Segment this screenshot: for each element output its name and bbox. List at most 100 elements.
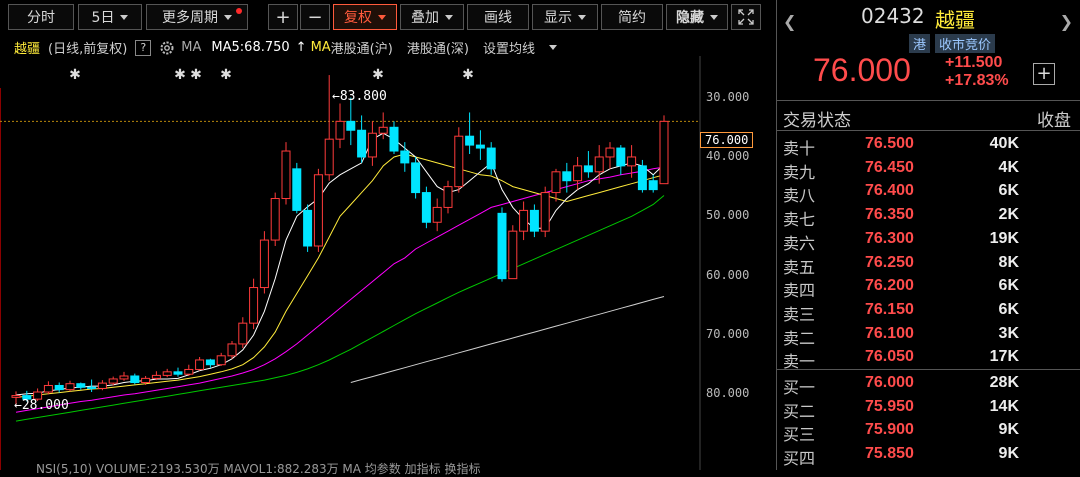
display-dropdown[interactable]: 显示 [532,4,598,30]
bid-level-label: 买二 [783,401,816,421]
plus-icon: + [275,6,291,28]
draw-line-label: 画线 [484,10,512,26]
intraday-button[interactable]: 分时 [8,4,74,30]
session-tag: 收市竞价 [935,34,996,53]
ask-row[interactable]: 卖二 76.100 3K [777,323,1080,348]
zoom-in-button[interactable]: + [268,4,298,30]
bid-row[interactable]: 买二 75.950 14K [777,396,1080,421]
candle-down [357,129,367,158]
fullscreen-icon [738,9,754,25]
candle-down [173,371,183,375]
period-5day-dropdown[interactable]: 5日 [78,4,142,30]
candle-up [43,384,53,393]
adjust-rights-dropdown[interactable]: 复权 [333,4,397,30]
bid-price: 75.850 [865,445,914,463]
event-star-icon: ✱ [69,67,81,83]
current-price-tag: 76.000 [700,132,754,148]
chevron-down-icon [445,14,453,20]
ask-row[interactable]: 卖九 76.450 4K [777,157,1080,182]
candle-up [378,126,388,134]
ask-volume: 40K [989,135,1019,152]
chevron-down-icon [224,14,232,20]
candle-up [454,135,464,188]
candle-up [195,359,205,370]
candle-up [627,156,637,167]
set-ma-button[interactable]: 设置均线 [483,38,535,57]
add-watchlist-button[interactable]: + [1033,63,1055,85]
ask-row[interactable]: 卖三 76.150 6K [777,299,1080,324]
zoom-out-button[interactable]: − [300,4,330,30]
candle-up [141,377,151,384]
y-tick-label: 40.000 [706,148,750,163]
divider [777,130,1080,131]
more-periods-label: 更多周期 [162,10,218,26]
ask-row[interactable]: 卖一 76.050 17K [777,346,1080,371]
bid-price: 75.900 [865,421,914,439]
ask-level-label: 卖八 [783,186,816,206]
ask-price: 76.300 [865,229,914,247]
chevron-down-icon [120,14,129,20]
indicator-footer: NSI(5,10) VOLUME:2193.530万 MAVOL1:882.28… [36,462,481,476]
event-star-icon: ✱ [174,67,186,83]
market-tag: 港 [909,34,931,53]
ask-price: 76.050 [865,348,914,366]
ask-row[interactable]: 卖十 76.500 40K [777,133,1080,158]
help-button[interactable]: ? [135,39,152,56]
bid-volume: 14K [989,397,1019,415]
ask-price: 76.100 [865,324,914,342]
ask-price: 76.400 [865,182,914,200]
period-type-label: (日线,前复权) [48,42,128,57]
prev-stock-icon[interactable]: ❮ [783,12,796,31]
candle-up [97,382,107,389]
ask-volume: 4K [998,158,1019,176]
candle-up [594,156,604,173]
price-change: +11.500 [945,54,1003,71]
candle-up [443,186,453,208]
more-periods-dropdown[interactable]: 更多周期 [146,4,248,30]
candle-down [292,168,302,211]
stock-name: 越疆 [935,8,975,32]
candle-down [421,192,431,223]
ma10-tag: MA [310,40,331,55]
ask-row[interactable]: 卖四 76.200 6K [777,275,1080,301]
overlay-label: 叠加 [411,10,439,26]
candle-down [486,147,496,170]
event-star-icon: ✱ [372,67,384,83]
candle-up [540,192,550,232]
simple-mode-button[interactable]: 简约 [601,4,663,30]
bid-row[interactable]: 买三 75.900 9K [777,419,1080,444]
ask-level-label: 卖七 [783,210,816,230]
ask-row[interactable]: 卖六 76.300 19K [777,228,1080,253]
candlestick-chart[interactable]: ✱ ✱ ✱ ✱ ✱ ✱ [0,56,776,470]
ask-row[interactable]: 卖五 76.250 8K [777,252,1080,277]
overlay-dropdown[interactable]: 叠加 [400,4,464,30]
candle-up [281,150,291,200]
bid-price: 76.000 [865,374,914,391]
bid-row[interactable]: 买一 76.000 28K [777,372,1080,397]
ask-level-label: 卖四 [783,281,816,301]
hk-connect-sh-label: 港股通(沪) [330,42,393,57]
candle-down [400,150,410,164]
ask-level-label: 卖五 [783,257,816,277]
candle-down [130,375,140,384]
ask-volume: 3K [998,324,1019,342]
ask-row[interactable]: 卖七 76.350 2K [777,204,1080,230]
ask-level-label: 卖九 [783,162,816,182]
hide-dropdown[interactable]: 隐藏 [666,4,728,30]
ask-row[interactable]: 卖八 76.400 6K [777,180,1080,206]
next-stock-icon[interactable]: ❯ [1060,12,1073,31]
hide-label: 隐藏 [676,10,704,26]
fullscreen-button[interactable] [731,4,761,30]
gear-icon[interactable] [159,40,175,56]
trade-status-label: 交易状态 [783,111,851,131]
draw-line-button[interactable]: 画线 [467,4,529,30]
bid-row[interactable]: 买四 75.850 9K [777,443,1080,469]
bid-level-label: 买四 [783,449,816,469]
candle-up [259,239,269,289]
candle-down [562,171,572,182]
bid-volume: 28K [989,374,1019,391]
candle-up [270,198,280,241]
high-marker: ←83.800 [332,89,387,104]
ask-price: 76.200 [865,277,914,295]
candle-up [184,368,194,375]
